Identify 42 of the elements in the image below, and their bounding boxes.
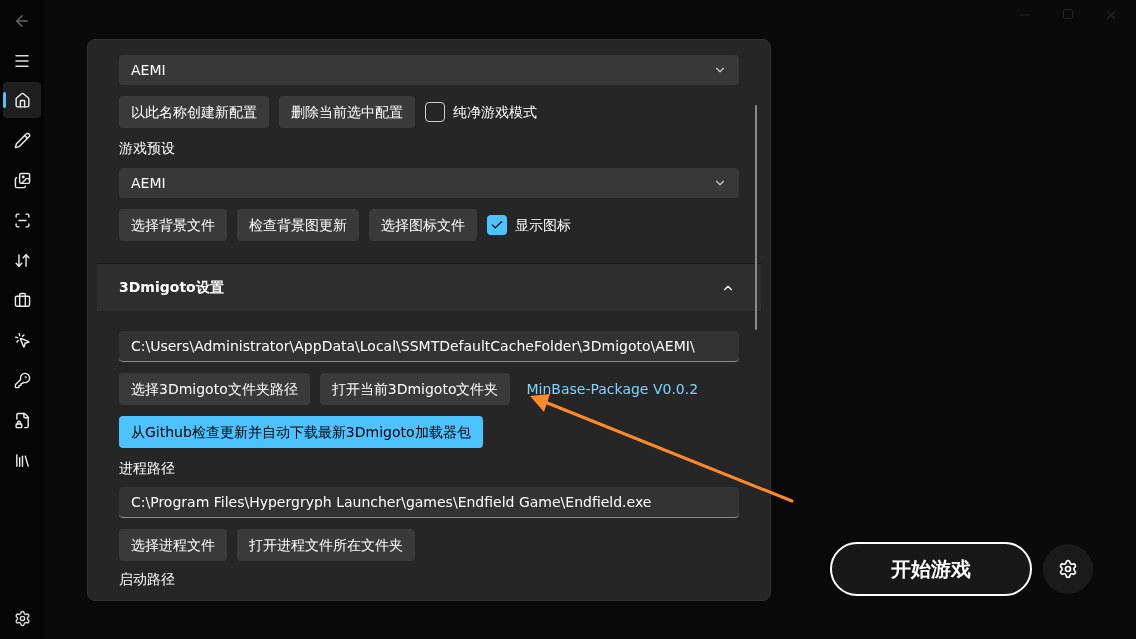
library-icon [13, 451, 31, 469]
briefcase-icon [13, 291, 31, 309]
package-link[interactable]: MinBase-Package V0.0.2 [526, 378, 699, 400]
settings-icon [1058, 559, 1078, 579]
back-icon[interactable] [13, 12, 31, 30]
scrollbar[interactable] [755, 105, 757, 330]
action-button[interactable]: 选择3Dmigoto文件夹路径 [119, 373, 310, 405]
checkbox-label: 纯净游戏模式 [453, 102, 537, 122]
file-lock-icon [13, 411, 31, 429]
checkbox-label: 显示图标 [515, 215, 571, 235]
section-label: 进程路径 [119, 459, 176, 478]
sidebar-item[interactable] [3, 82, 41, 118]
action-button[interactable]: 选择进程文件 [119, 529, 227, 561]
input-field[interactable]: C:\Program Files\Hypergryph Launcher\games\Endfield Game\Endfield.exe [119, 487, 739, 518]
dropdown[interactable]: AEMI [119, 168, 739, 198]
dropdown[interactable]: AEMI [119, 55, 739, 85]
action-button[interactable]: 打开当前3Dmigoto文件夹 [319, 373, 511, 405]
section-label: 游戏预设 [119, 139, 176, 158]
checkbox[interactable] [487, 215, 507, 235]
home-icon [13, 91, 31, 109]
section-header[interactable]: 3Dmigoto设置 [97, 263, 761, 311]
checkbox[interactable] [425, 102, 445, 122]
pencil-icon [13, 131, 31, 149]
action-button[interactable]: 选择背景文件 [119, 209, 227, 241]
scanner-icon [13, 211, 31, 229]
sort-icon [13, 251, 31, 269]
settings-icon[interactable] [13, 610, 31, 627]
action-button[interactable]: 打开进程文件所在文件夹 [237, 529, 415, 561]
action-button[interactable]: 以此名称创建新配置 [119, 96, 269, 128]
pointer-icon [13, 331, 31, 349]
images-icon [13, 171, 31, 189]
action-button[interactable]: 删除当前选中配置 [279, 96, 415, 128]
check-icon [490, 218, 504, 232]
section-label: 启动路径 [119, 570, 176, 589]
action-button[interactable]: 检查背景图更新 [237, 209, 359, 241]
action-button[interactable]: 从Github检查更新并自动下载最新3Dmigoto加载器包 [119, 416, 483, 448]
settings-button[interactable] [1043, 544, 1093, 594]
input-field[interactable]: C:\Users\Administrator\AppData\Local\SSMTDefaultCacheFolder\3Dmigoto\AEMI\ [119, 331, 739, 362]
menu-icon[interactable] [13, 52, 31, 70]
key-icon [13, 371, 31, 389]
start-game-button[interactable]: 开始游戏 [830, 542, 1032, 596]
action-button[interactable]: 选择图标文件 [369, 209, 477, 241]
